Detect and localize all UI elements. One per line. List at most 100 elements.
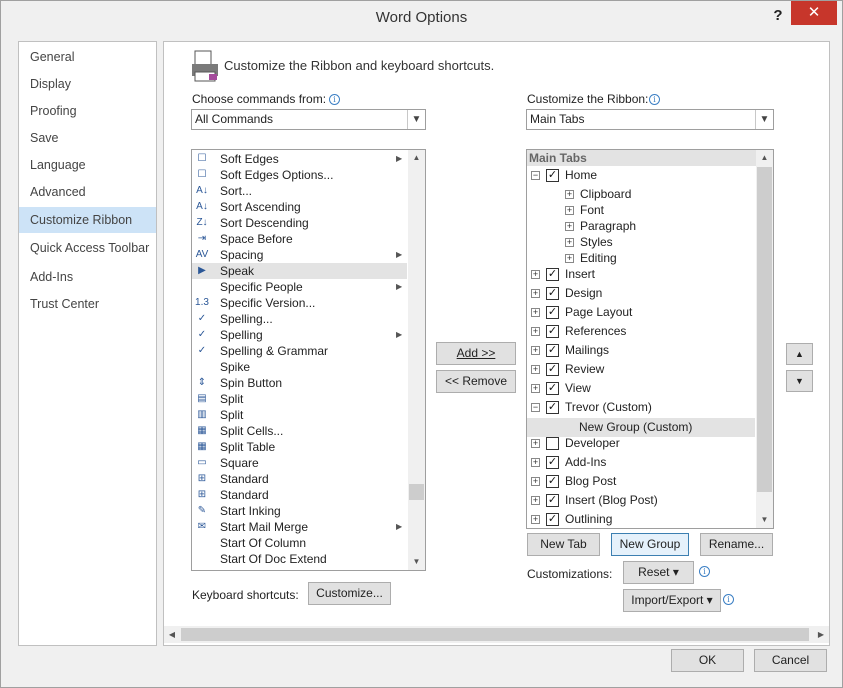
command-item[interactable]: A↓ Sort... [192,183,407,199]
customize-ribbon-dropdown[interactable]: Main Tabs ▼ [526,109,774,130]
command-item[interactable]: ☐ Soft Edges Options... [192,167,407,183]
nav-item-advanced[interactable]: Advanced [19,179,156,205]
commands-list[interactable]: Start Of Doc Extend Start Of Column ✉ Start… [191,149,426,571]
tree-item[interactable]: + ✓ Insert (Blog Post) [527,491,755,510]
command-item[interactable]: Start Of Column [192,535,407,551]
command-item[interactable]: Specific People ▶ [192,279,407,295]
nav-item-language[interactable]: Language [19,152,156,178]
nav-item-display[interactable]: Display [19,71,156,97]
reset-button[interactable]: Reset ▾ [623,561,694,584]
checkbox[interactable]: ✓ [546,363,559,376]
tree-item[interactable]: + Developer [527,434,755,453]
import-export-button[interactable]: Import/Export ▾ [623,589,721,612]
collapse-icon[interactable]: − [531,171,540,180]
expand-icon[interactable]: + [531,515,540,524]
expand-icon[interactable]: + [531,384,540,393]
rename-button[interactable]: Rename... [700,533,773,556]
scrollbar-thumb[interactable] [757,167,772,492]
expand-icon[interactable]: + [531,270,540,279]
tree-item[interactable]: + ✓ Review [527,360,755,379]
command-item[interactable]: ⊞ Standard [192,471,407,487]
tree-item[interactable]: + ✓ Design [527,284,755,303]
choose-commands-dropdown[interactable]: All Commands ▼ [191,109,426,130]
tree-item[interactable]: + ✓ Mailings [527,341,755,360]
scroll-up-icon[interactable]: ▲ [756,150,773,166]
collapse-icon[interactable]: − [531,403,540,412]
tree-item[interactable]: + ✓ References [527,322,755,341]
nav-item-trust-center[interactable]: Trust Center [19,291,156,317]
command-item[interactable]: A↓ Sort Ascending [192,199,407,215]
tree-item[interactable]: − ✓ Home [527,166,755,185]
command-item[interactable]: ✓ Spelling ▶ [192,327,407,343]
command-item[interactable]: ⊞ Standard [192,487,407,503]
ok-button[interactable]: OK [671,649,744,672]
command-item[interactable]: ⇕ Spin Button [192,375,407,391]
move-up-button[interactable]: ▲ [786,343,813,365]
nav-item-save[interactable]: Save [19,125,156,151]
expand-icon[interactable]: + [531,346,540,355]
command-item[interactable]: ▶ Speak [192,263,407,279]
checkbox[interactable]: ✓ [546,287,559,300]
checkbox[interactable]: ✓ [546,344,559,357]
checkbox[interactable]: ✓ [546,475,559,488]
tree-item[interactable]: + ✓ Blog Post [527,472,755,491]
command-item[interactable]: ▦ Split Cells... [192,423,407,439]
nav-item-add-ins[interactable]: Add-Ins [19,264,156,290]
command-item[interactable]: Spike [192,359,407,375]
checkbox[interactable] [546,437,559,450]
checkbox[interactable]: ✓ [546,325,559,338]
command-item[interactable]: ▭ Square [192,455,407,471]
checkbox[interactable]: ✓ [546,268,559,281]
expand-icon[interactable]: + [531,496,540,505]
commands-scrollbar[interactable]: ▲ ▼ [408,150,425,570]
command-item[interactable]: ☐ Soft Edges ▶ [192,151,407,167]
tree-item[interactable]: + ✓ View [527,379,755,398]
remove-button[interactable]: << Remove [436,370,516,393]
expand-icon[interactable]: + [565,190,574,199]
tree-scrollbar[interactable]: ▲ ▼ [756,150,773,528]
expand-icon[interactable]: + [531,477,540,486]
command-item[interactable]: ✎ Start Inking [192,503,407,519]
expand-icon[interactable]: + [531,439,540,448]
checkbox[interactable]: ✓ [546,494,559,507]
tree-item[interactable]: − ✓ Trevor (Custom) [527,398,755,417]
close-button[interactable]: ✕ [791,1,837,25]
scroll-up-icon[interactable]: ▲ [408,150,425,166]
move-down-button[interactable]: ▼ [786,370,813,392]
nav-item-proofing[interactable]: Proofing [19,98,156,124]
scroll-down-icon[interactable]: ▼ [408,554,425,570]
nav-item-customize-ribbon[interactable]: Customize Ribbon [19,207,156,233]
command-item[interactable]: ✓ Spelling & Grammar [192,343,407,359]
expand-icon[interactable]: + [531,289,540,298]
tree-item[interactable]: + ✓ Outlining [527,510,755,528]
new-group-button[interactable]: New Group [611,533,689,556]
scroll-right-icon[interactable]: ▶ [813,626,829,643]
hscroll-thumb[interactable] [181,628,809,641]
checkbox[interactable]: ✓ [546,306,559,319]
checkbox[interactable]: ✓ [546,401,559,414]
scrollbar-thumb[interactable] [409,484,424,500]
command-item[interactable]: 1.3 Specific Version... [192,295,407,311]
expand-icon[interactable]: + [565,254,574,263]
command-item[interactable]: AV Spacing ▶ [192,247,407,263]
command-item[interactable]: ▥ Split [192,407,407,423]
command-item[interactable]: ▤ Split [192,391,407,407]
tree-item[interactable]: + ✓ Page Layout [527,303,755,322]
expand-icon[interactable]: + [531,308,540,317]
keyboard-customize-button[interactable]: Customize... [308,582,391,605]
command-item[interactable]: ⇥ Space Before [192,231,407,247]
help-button[interactable]: ? [766,5,790,27]
expand-icon[interactable]: + [565,222,574,231]
expand-icon[interactable]: + [565,238,574,247]
horizontal-scrollbar[interactable]: ◀ ▶ [164,626,829,643]
command-item[interactable]: ▦ Split Table [192,439,407,455]
command-item[interactable]: Start Of Doc Extend [192,551,407,567]
command-item[interactable]: ✉ Start Mail Merge ▶ [192,519,407,535]
checkbox[interactable]: ✓ [546,382,559,395]
nav-item-general[interactable]: General [19,44,156,70]
scroll-left-icon[interactable]: ◀ [164,626,180,643]
expand-icon[interactable]: + [531,458,540,467]
command-item[interactable]: Z↓ Sort Descending [192,215,407,231]
ribbon-tree[interactable]: Main Tabs ▲ ▼ − ✓ Home + Clipboard + Font + Para… [526,149,774,529]
expand-icon[interactable]: + [531,327,540,336]
